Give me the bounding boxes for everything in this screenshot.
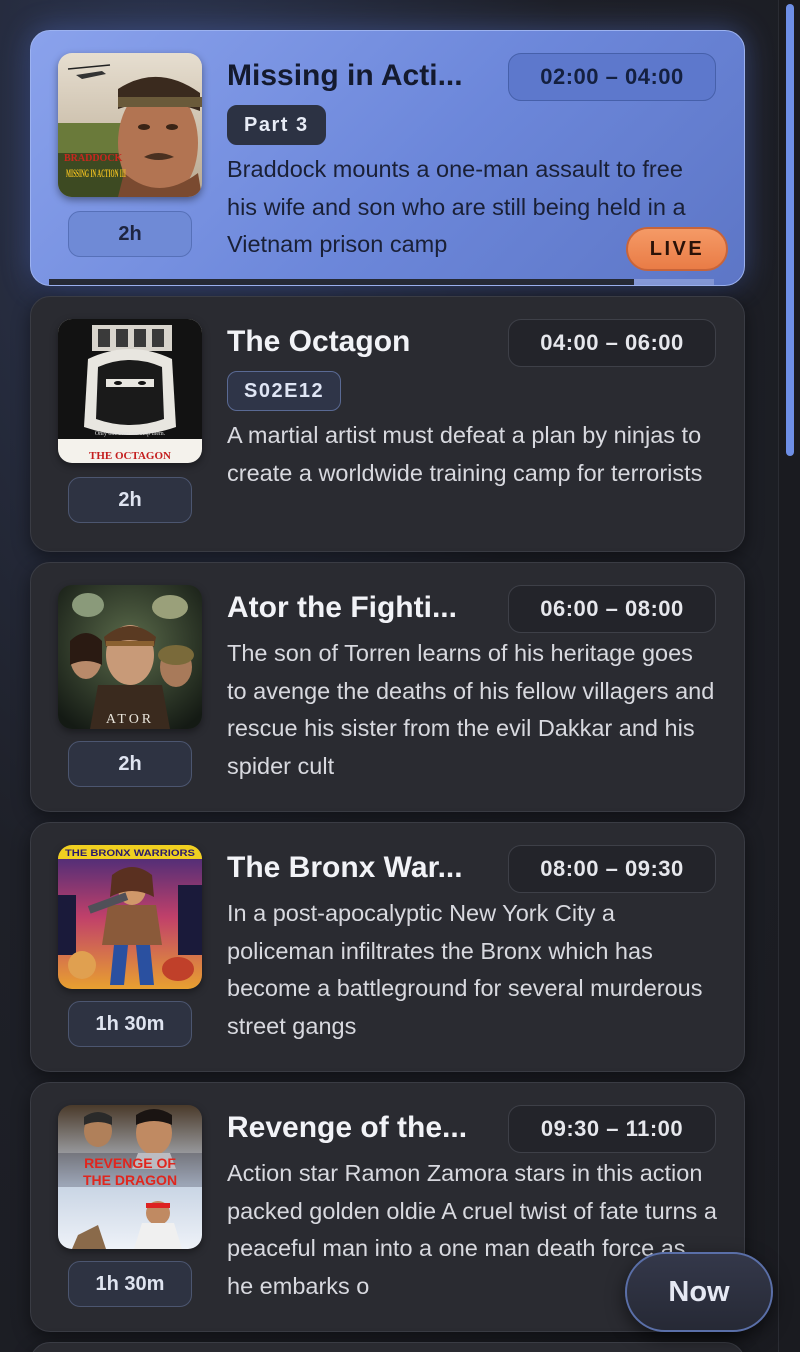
program-description: A martial artist must defeat a plan by n…	[227, 422, 703, 486]
poster-title-text: THE OCTAGON	[89, 450, 171, 462]
episode-badge: Part 3	[227, 105, 326, 145]
progress-fill	[49, 279, 635, 285]
program-time: 02:00 – 04:00	[508, 53, 716, 101]
program-card-live[interactable]: BRADDOCK MISSING IN ACTION III 2h Missin…	[30, 30, 745, 286]
poster-revenge-line1: REVENGE OF	[84, 1155, 176, 1171]
program-title: Ator the Fighti...	[227, 591, 457, 624]
episode-badge: S02E12	[227, 371, 342, 411]
program-list: BRADDOCK MISSING IN ACTION III 2h Missin…	[30, 30, 745, 1352]
duration-pill: 2h	[68, 741, 192, 787]
duration-pill: 1h 30m	[68, 1261, 192, 1307]
svg-text:BRADDOCK: BRADDOCK	[64, 153, 123, 164]
poster-bronx-text: THE BRONX WARRIORS	[65, 848, 195, 858]
program-poster: BRADDOCK MISSING IN ACTION III	[58, 53, 202, 197]
progress-bar	[49, 279, 714, 285]
poster-image: Only one man can stop them. THE OCTAGON	[58, 319, 202, 463]
program-poster: REVENGE OF THE DRAGON	[58, 1105, 202, 1249]
program-time: 04:00 – 06:00	[508, 319, 716, 367]
duration-pill: 1h 30m	[68, 1001, 192, 1047]
program-time: 06:00 – 08:00	[508, 585, 716, 633]
guide-viewport: BRADDOCK MISSING IN ACTION III 2h Missin…	[0, 0, 800, 1352]
poster-image: ATOR	[58, 585, 202, 729]
now-button[interactable]: Now	[625, 1252, 773, 1332]
poster-revenge-line2: THE DRAGON	[83, 1172, 177, 1188]
program-poster: ATOR	[58, 585, 202, 729]
program-card[interactable]: THE BRONX WARRIORS 1h 30m The Bronx War.…	[30, 822, 745, 1072]
duration-pill: 2h	[68, 477, 192, 523]
program-poster: Only one man can stop them. THE OCTAGON	[58, 319, 202, 463]
program-time: 09:30 – 11:00	[508, 1105, 716, 1153]
program-title: The Bronx War...	[227, 851, 463, 884]
program-card[interactable]: Only one man can stop them. THE OCTAGON …	[30, 296, 745, 552]
program-time: 08:00 – 09:30	[508, 845, 716, 893]
program-title: Revenge of the...	[227, 1111, 468, 1144]
program-poster: THE BRONX WARRIORS	[58, 845, 202, 989]
scrollbar[interactable]	[778, 0, 800, 1352]
program-title: The Octagon	[227, 325, 411, 358]
program-card[interactable]	[30, 1342, 745, 1352]
poster-image: REVENGE OF THE DRAGON	[58, 1105, 202, 1249]
program-description: In a post-apocalyptic New York City a po…	[227, 900, 703, 1039]
program-card[interactable]: ATOR 2h Ator the Fighti... 06:00 – 08:00…	[30, 562, 745, 812]
poster-image: BRADDOCK MISSING IN ACTION III	[58, 53, 202, 197]
scrollbar-thumb[interactable]	[786, 4, 794, 456]
program-title: Missing in Acti...	[227, 59, 463, 92]
duration-pill: 2h	[68, 211, 192, 257]
poster-tagline: Only one man can stop them.	[95, 431, 166, 437]
live-badge: LIVE	[626, 227, 728, 271]
poster-missing-text: MISSING IN ACTION III	[66, 166, 126, 180]
program-description: The son of Torren learns of his heritage…	[227, 640, 715, 779]
poster-ator-text: ATOR	[106, 712, 154, 727]
poster-image: THE BRONX WARRIORS	[58, 845, 202, 989]
